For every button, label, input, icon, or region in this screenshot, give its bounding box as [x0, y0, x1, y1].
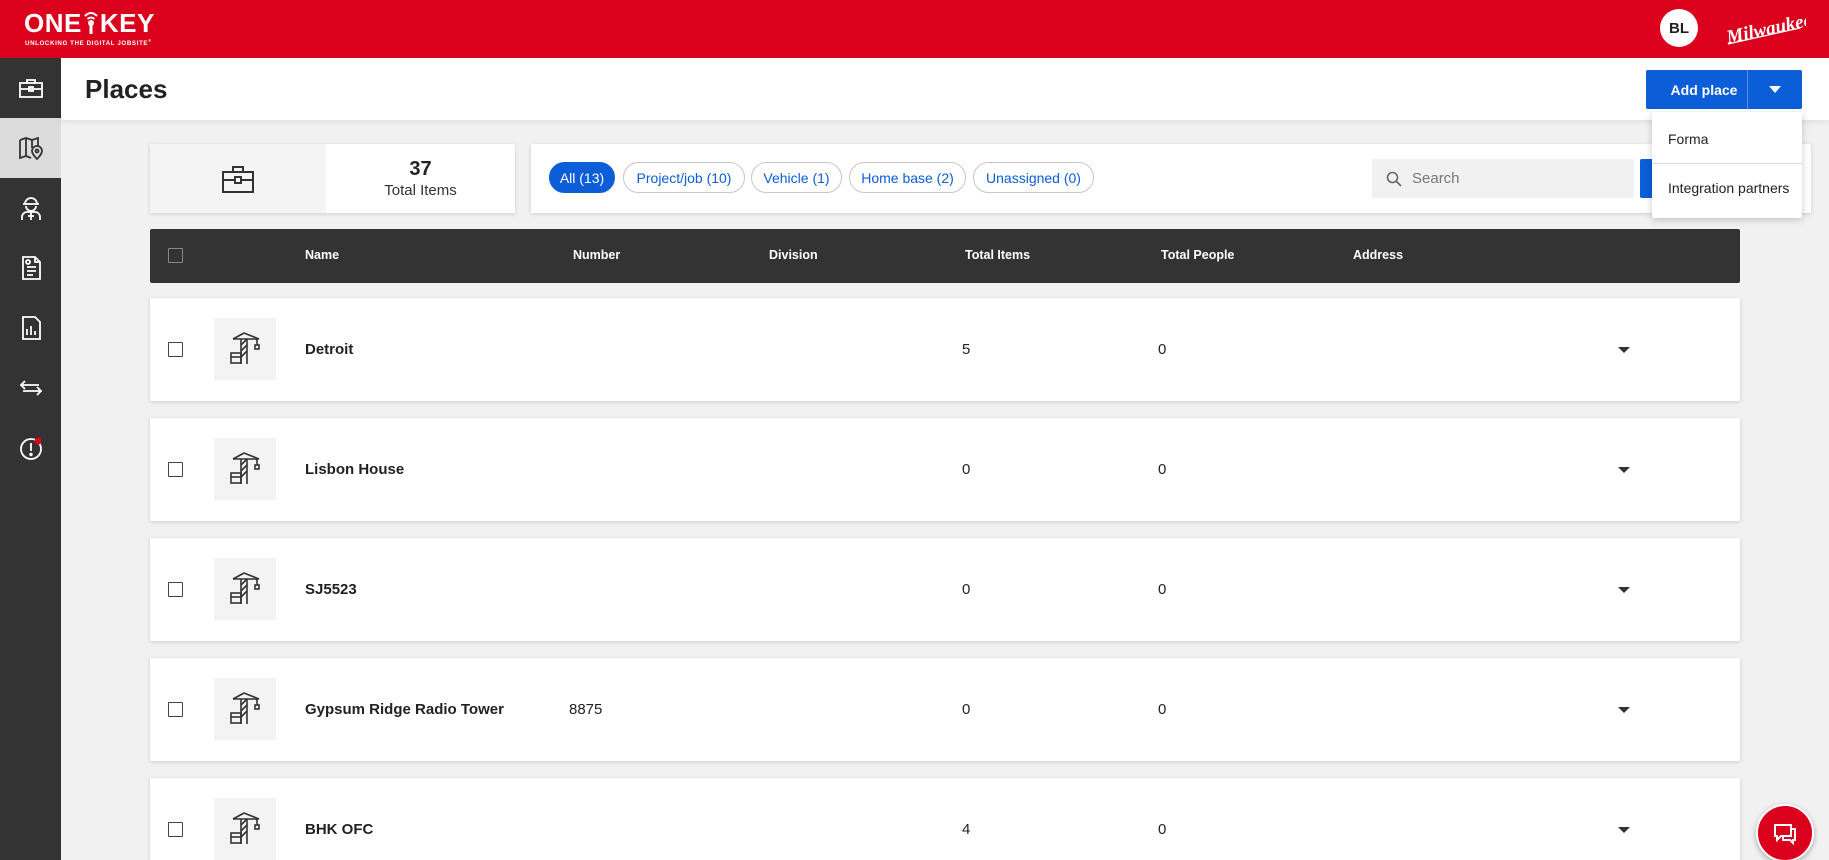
place-thumbnail	[214, 798, 276, 860]
place-name[interactable]: SJ5523	[305, 581, 357, 598]
filter-chip-vehicle[interactable]: Vehicle (1)	[751, 162, 842, 193]
toolbox-icon	[222, 165, 254, 193]
add-place-button[interactable]: Add place	[1646, 70, 1762, 109]
sidebar-item-analytics[interactable]	[0, 298, 61, 358]
alert-icon	[19, 437, 42, 460]
table-row[interactable]: SJ5523 0 0	[150, 538, 1740, 641]
place-number: 8875	[569, 701, 603, 718]
summary-icon-panel	[150, 144, 326, 213]
sidebar	[0, 58, 61, 860]
expand-row-icon[interactable]	[1617, 463, 1631, 477]
page-header: Places	[61, 58, 1829, 120]
filter-chip-home-base[interactable]: Home base (2)	[849, 162, 966, 193]
row-checkbox[interactable]	[168, 462, 183, 477]
sidebar-item-transfers[interactable]	[0, 358, 61, 418]
sidebar-item-places[interactable]	[0, 118, 61, 178]
report-icon	[21, 256, 41, 280]
place-total-people: 0	[1158, 701, 1167, 718]
transfer-icon	[19, 380, 42, 396]
expand-row-icon[interactable]	[1617, 583, 1631, 597]
worker-icon	[20, 197, 41, 220]
place-total-items: 0	[962, 701, 971, 718]
column-header-division[interactable]: Division	[769, 248, 818, 262]
place-total-people: 0	[1158, 821, 1167, 838]
total-items-count: 37	[409, 158, 432, 180]
place-thumbnail	[214, 318, 276, 380]
add-place-dropdown-toggle[interactable]	[1747, 70, 1802, 109]
crane-icon	[230, 572, 260, 604]
search-input[interactable]	[1412, 159, 1622, 198]
column-header-total-items[interactable]: Total Items	[965, 248, 1030, 262]
analytics-icon	[21, 316, 41, 340]
table-header: Name Number Division Total Items Total P…	[150, 229, 1740, 283]
page-title: Places	[85, 74, 168, 104]
row-checkbox[interactable]	[168, 342, 183, 357]
filter-bar: All (13) Project/job (10) Vehicle (1) Ho…	[531, 144, 1811, 213]
place-total-people: 0	[1158, 341, 1167, 358]
select-all-checkbox[interactable]	[168, 248, 183, 263]
one-key-logo[interactable]: ONE KEY UNLOCKING THE DIGITAL JOBSITE®	[24, 4, 196, 50]
column-header-total-people[interactable]: Total People	[1161, 248, 1234, 262]
table-row[interactable]: Lisbon House 0 0	[150, 418, 1740, 521]
place-name[interactable]: Detroit	[305, 341, 353, 358]
crane-icon	[230, 812, 260, 844]
place-total-items: 0	[962, 581, 971, 598]
filter-chip-unassigned[interactable]: Unassigned (0)	[973, 162, 1094, 193]
menu-item-forma[interactable]: Forma	[1652, 115, 1802, 163]
expand-row-icon[interactable]	[1617, 823, 1631, 837]
row-checkbox[interactable]	[168, 822, 183, 837]
place-name[interactable]: Lisbon House	[305, 461, 404, 478]
table-row[interactable]: Gypsum Ridge Radio Tower 8875 0 0	[150, 658, 1740, 761]
total-items-summary: 37 Total Items	[150, 144, 515, 213]
expand-row-icon[interactable]	[1617, 703, 1631, 717]
column-header-address[interactable]: Address	[1353, 248, 1403, 262]
search-icon	[1386, 171, 1402, 187]
filter-chip-project-job[interactable]: Project/job (10)	[623, 162, 745, 193]
row-checkbox[interactable]	[168, 582, 183, 597]
row-checkbox[interactable]	[168, 702, 183, 717]
sidebar-item-alerts[interactable]	[0, 418, 61, 478]
crane-icon	[230, 332, 260, 364]
expand-row-icon[interactable]	[1617, 343, 1631, 357]
total-items-label: Total Items	[384, 182, 457, 199]
sidebar-item-reports[interactable]	[0, 238, 61, 298]
place-total-items: 4	[962, 821, 971, 838]
crane-icon	[230, 692, 260, 724]
chat-icon	[1774, 824, 1796, 846]
place-thumbnail	[214, 438, 276, 500]
sidebar-item-inventory[interactable]	[0, 58, 61, 118]
place-thumbnail	[214, 558, 276, 620]
table-row[interactable]: Detroit 5 0	[150, 298, 1740, 401]
crane-icon	[230, 452, 260, 484]
user-avatar[interactable]: BL	[1660, 9, 1698, 47]
place-total-items: 5	[962, 341, 971, 358]
place-thumbnail	[214, 678, 276, 740]
place-total-people: 0	[1158, 581, 1167, 598]
toolbox-icon	[18, 79, 43, 98]
milwaukee-logo: Milwaukee	[1722, 6, 1815, 52]
menu-item-integration-partners[interactable]: Integration partners	[1652, 164, 1802, 212]
place-name[interactable]: Gypsum Ridge Radio Tower	[305, 701, 504, 718]
chevron-down-icon	[1769, 85, 1781, 93]
map-pin-icon	[18, 136, 43, 161]
place-name[interactable]: BHK OFC	[305, 821, 373, 838]
table-row[interactable]: BHK OFC 4 0	[150, 778, 1740, 860]
sidebar-item-people[interactable]	[0, 178, 61, 238]
top-bar: ONE KEY UNLOCKING THE DIGITAL JOBSITE® BL…	[0, 0, 1829, 58]
filter-chip-all[interactable]: All (13)	[549, 162, 615, 193]
column-header-number[interactable]: Number	[573, 248, 620, 262]
column-header-name[interactable]: Name	[305, 248, 339, 262]
add-place-menu: Forma Integration partners	[1652, 112, 1802, 218]
chat-button[interactable]	[1756, 804, 1814, 860]
place-total-items: 0	[962, 461, 971, 478]
place-total-people: 0	[1158, 461, 1167, 478]
